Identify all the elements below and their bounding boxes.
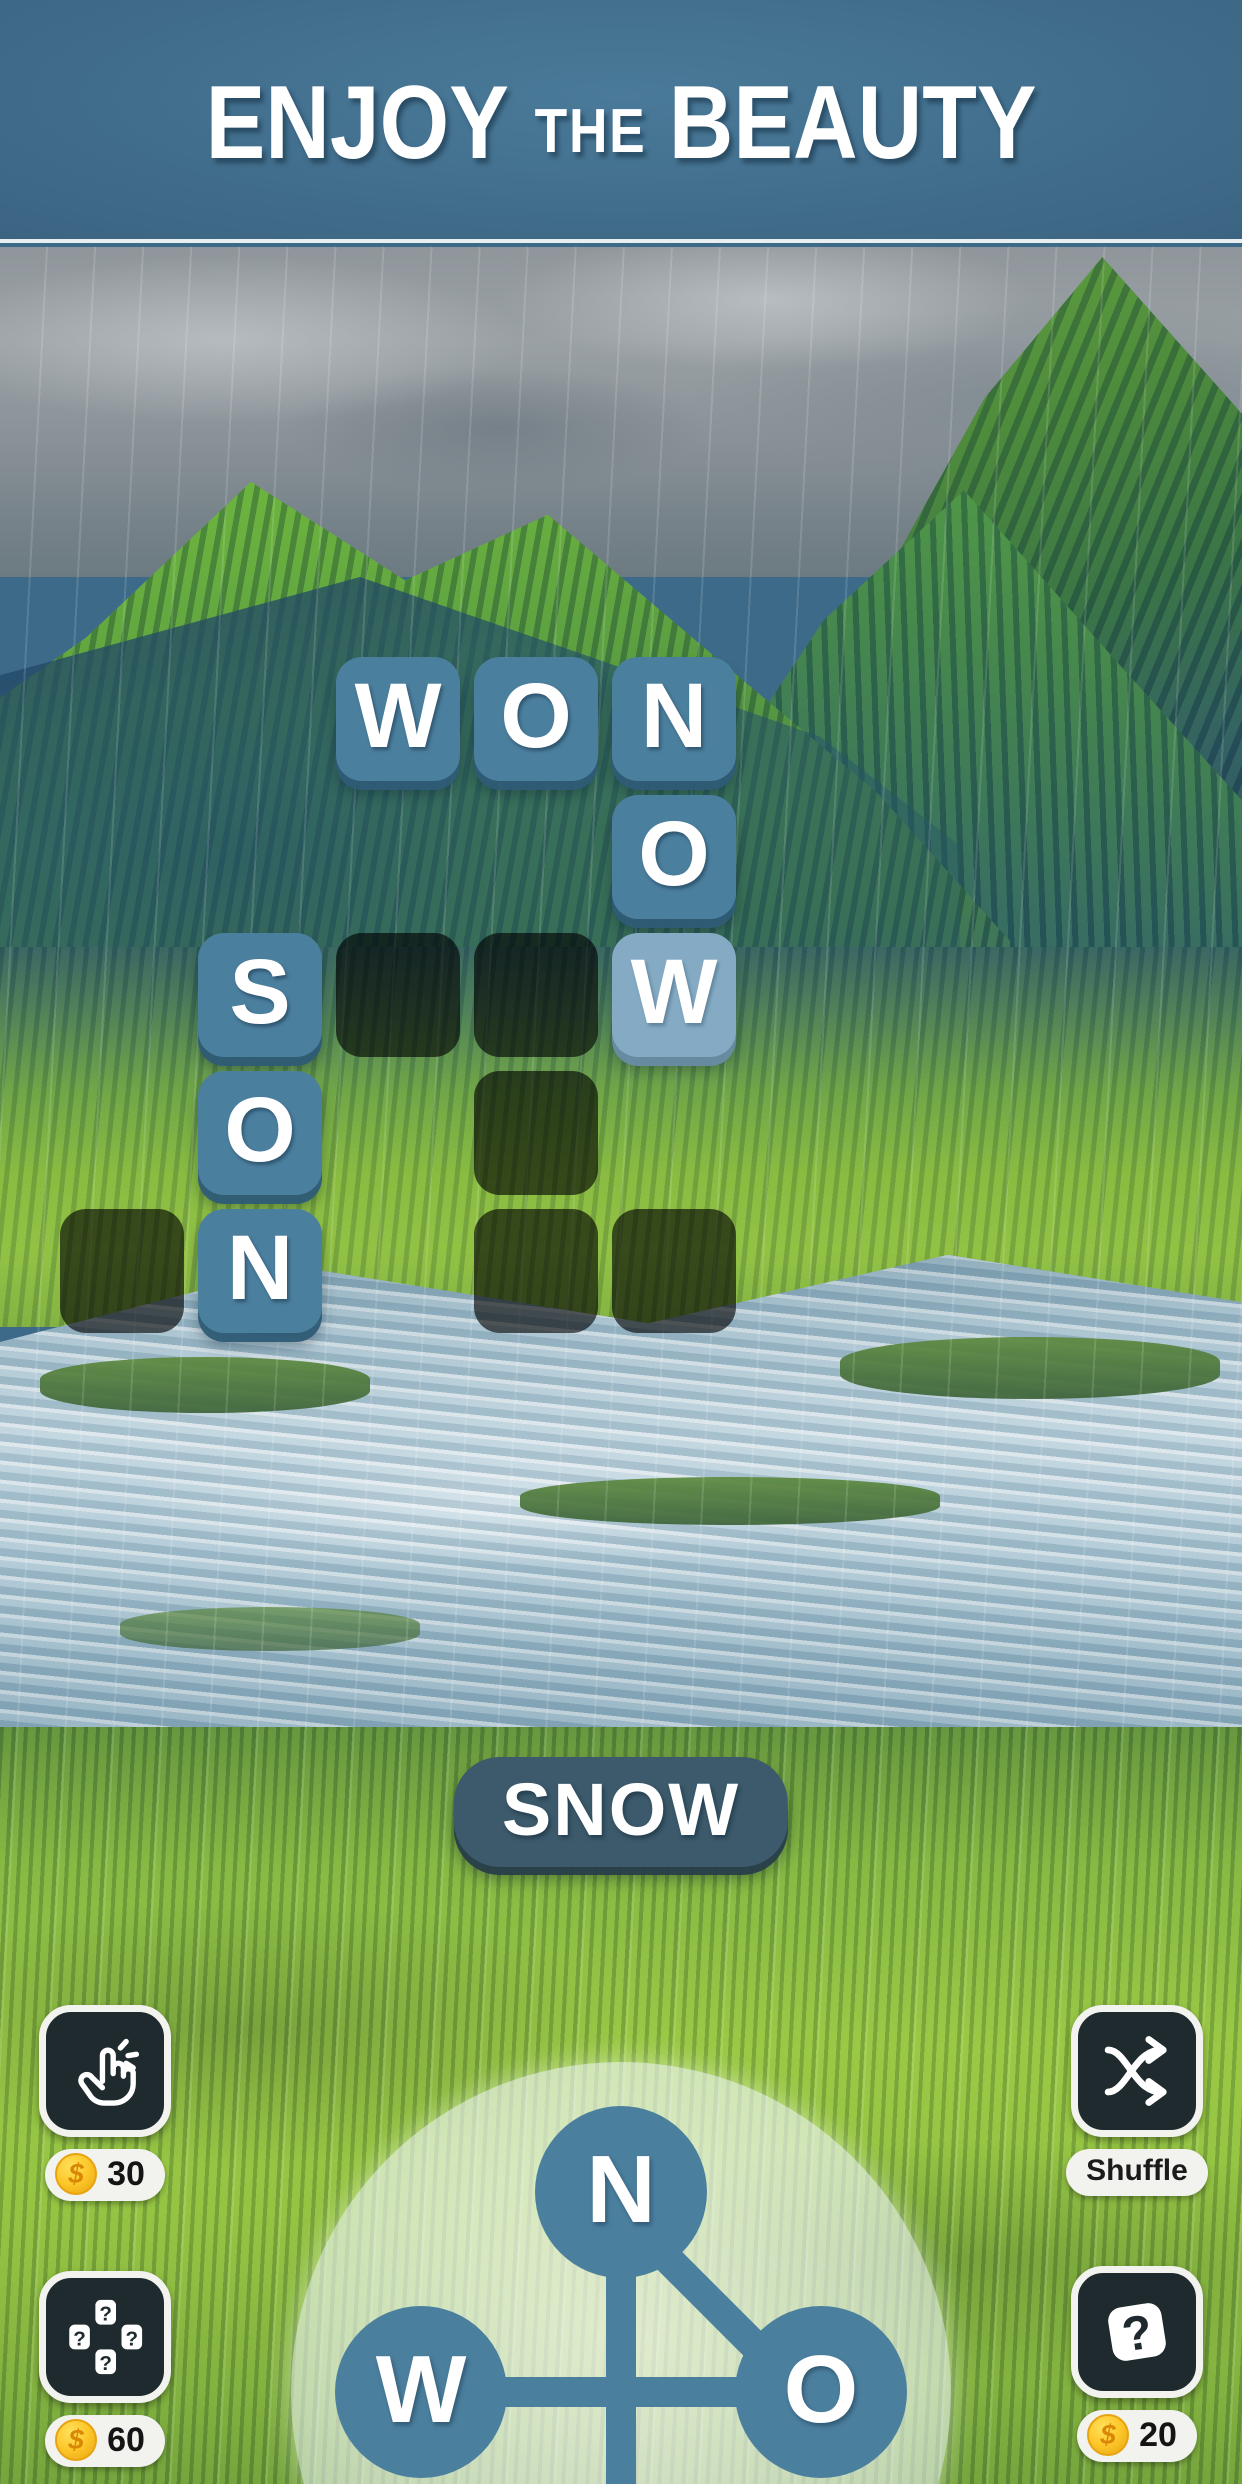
grid-tile-letter: O: [500, 665, 572, 767]
hint-tap-cost: $ 30: [45, 2149, 165, 2201]
grid-tile-letter: N: [640, 665, 708, 767]
svg-text:?: ?: [99, 2303, 112, 2326]
grid-tile-n: N: [612, 657, 736, 781]
grid-tile-o: O: [612, 795, 736, 919]
reveal-letters-button[interactable]: ? ? ? ?: [39, 2271, 171, 2403]
grid-cell-empty: [612, 1209, 736, 1333]
grid-tile-letter: O: [224, 1079, 296, 1181]
svg-text:?: ?: [126, 2327, 139, 2350]
hint-question-cost-value: 20: [1139, 2415, 1177, 2454]
wheel-letter-w-label: W: [375, 2336, 467, 2443]
grid-tile-s: S: [198, 933, 322, 1057]
banner-title: ENJOY THE BEAUTY: [206, 65, 1037, 175]
reveal-letters-cost-value: 60: [107, 2421, 145, 2459]
wheel-letter-n[interactable]: N: [535, 2106, 707, 2278]
grid-tile-o: O: [198, 1071, 322, 1195]
banner-word-beauty: BEAUTY: [668, 64, 1037, 181]
wheel-letter-o-label: O: [783, 2336, 859, 2443]
tap-hand-icon: [78, 2038, 140, 2106]
svg-text:?: ?: [73, 2327, 86, 2350]
question-tile-icon: ?: [1108, 2302, 1166, 2362]
shuffle-group: Shuffle: [1066, 2005, 1208, 2196]
grid-tile-letter: W: [354, 665, 442, 767]
reveal-letters-group: ? ? ? ? $ 60: [39, 2271, 171, 2467]
banner-word-enjoy: ENJOY: [205, 64, 509, 181]
hint-tap-cost-value: 30: [107, 2155, 145, 2193]
shuffle-arrows-icon: [1104, 2036, 1167, 2106]
grid-cell-empty: [474, 1071, 598, 1195]
game-stage: WONOSWON SNOW N W O S: [0, 247, 1242, 2484]
wheel-letter-n-label: N: [586, 2136, 656, 2243]
question-grid-icon: ? ? ? ?: [69, 2299, 143, 2375]
shuffle-button-label: Shuffle: [1066, 2149, 1208, 2196]
banner-word-the: THE: [534, 96, 647, 166]
hint-tap-group: $ 30: [39, 2005, 171, 2201]
crossword-grid: WONOSWON: [0, 247, 1242, 1747]
grid-tile-letter: O: [638, 803, 710, 905]
coin-icon: $: [55, 2153, 98, 2195]
grid-cell-empty: [336, 933, 460, 1057]
reveal-letters-cost: $ 60: [45, 2415, 165, 2467]
letter-wheel[interactable]: N W O S: [291, 2062, 951, 2484]
grid-tile-letter: S: [229, 941, 291, 1043]
hint-question-button[interactable]: ?: [1071, 2265, 1203, 2398]
coin-icon: $: [1087, 2413, 1130, 2456]
shuffle-button[interactable]: [1070, 2005, 1203, 2137]
grid-cell-empty: [60, 1209, 184, 1333]
current-word-pill: SNOW: [453, 1757, 789, 1867]
hint-tap-button[interactable]: [39, 2005, 171, 2137]
grid-tile-w: W: [336, 657, 460, 781]
wheel-letter-w[interactable]: W: [335, 2306, 507, 2478]
grid-cell-empty: [474, 1209, 598, 1333]
svg-text:?: ?: [99, 2352, 112, 2375]
grid-tile-letter: W: [630, 941, 718, 1043]
coin-icon: $: [55, 2419, 98, 2461]
grid-tile-o: O: [474, 657, 598, 781]
hint-question-cost: $ 20: [1077, 2409, 1197, 2462]
grid-tile-letter: N: [226, 1217, 294, 1319]
hint-question-group: ? $ 20: [1071, 2265, 1203, 2462]
right-button-column: Shuffle ? $ 20 $ +20 Free Coins: [1042, 2005, 1232, 2484]
wheel-letter-o[interactable]: O: [735, 2306, 907, 2478]
current-word-text: SNOW: [501, 1768, 741, 1851]
grid-tile-n: N: [198, 1209, 322, 1333]
left-button-column: $ 30 ? ? ? ? $ 60: [10, 2005, 200, 2484]
promo-banner: ENJOY THE BEAUTY: [0, 0, 1242, 243]
grid-tile-w: W: [612, 933, 736, 1057]
grid-cell-empty: [474, 933, 598, 1057]
